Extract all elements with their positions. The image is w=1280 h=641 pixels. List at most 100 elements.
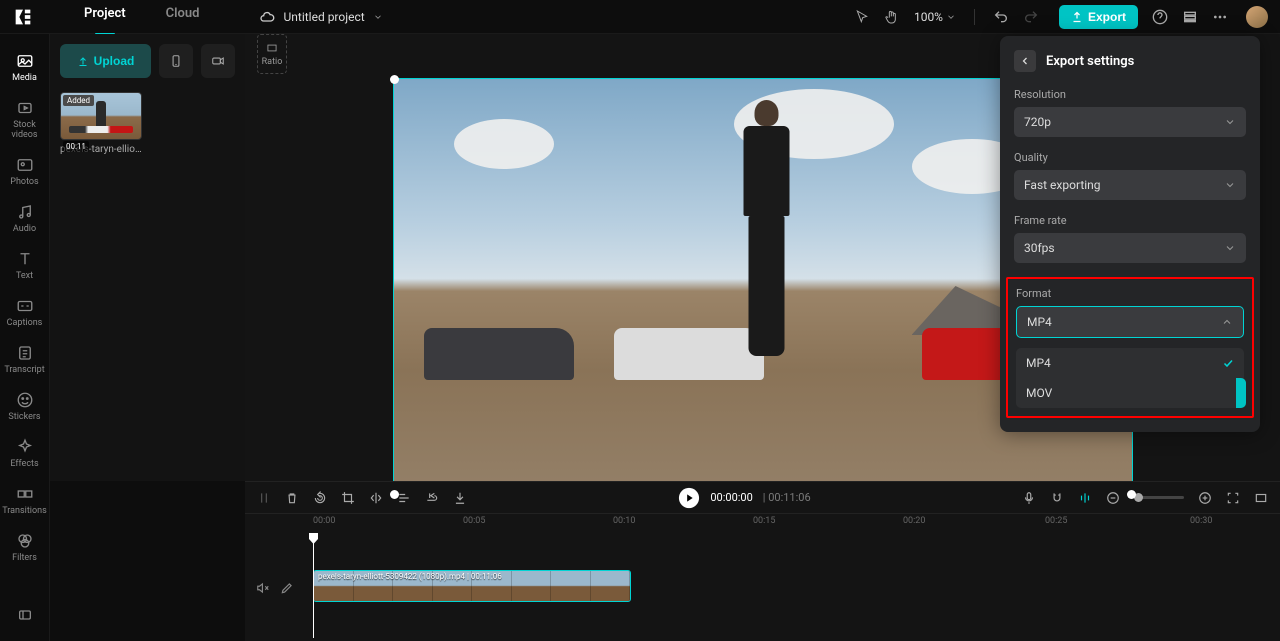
resize-handle[interactable] [390,75,399,84]
check-icon [1222,357,1234,369]
delete-icon[interactable] [285,491,299,505]
media-icon [16,52,34,70]
text-icon [16,250,34,268]
media-thumbnail[interactable]: Added 00:11 pexels-taryn-elliott... [60,92,142,155]
sidebar-item-transcript[interactable]: Transcript [0,338,50,381]
project-title[interactable]: Untitled project [259,9,382,25]
chevron-down-icon [1224,116,1236,128]
speed-icon[interactable] [397,491,411,505]
hand-icon[interactable] [884,9,900,25]
thumbnail-badge: Added [63,95,94,106]
zoom-slider[interactable] [1134,496,1184,499]
queue-icon[interactable] [1182,9,1198,25]
play-icon[interactable] [678,487,700,509]
thumbnail-duration: 00:11 [63,141,89,152]
sidebar-item-text[interactable]: Text [0,244,50,287]
resize-handle[interactable] [1127,490,1136,499]
sidebar-item-effects[interactable]: Effects [0,432,50,475]
cloud-icon [259,9,275,25]
ratio-icon [265,41,279,55]
undo-icon[interactable] [993,9,1009,25]
magnet-icon[interactable] [1050,491,1064,505]
sidebar-item-stock[interactable]: Stock videos [0,93,50,146]
fit-icon[interactable] [1226,491,1240,505]
crop-icon[interactable] [341,491,355,505]
chevron-up-icon [1221,316,1233,328]
sidebar-item-audio[interactable]: Audio [0,197,50,240]
ratio-button[interactable]: Ratio [257,34,287,74]
sidebar-item-captions[interactable]: Captions [0,291,50,334]
app-logo-icon [12,6,34,28]
tab-cloud[interactable]: Cloud [166,6,200,27]
chevron-down-icon [1224,179,1236,191]
edit-icon[interactable] [280,581,294,595]
split-icon[interactable] [257,491,271,505]
download-icon[interactable] [453,491,467,505]
sidebar-item-stickers[interactable]: Stickers [0,385,50,428]
redo-icon[interactable] [1023,9,1039,25]
zoom-in-icon[interactable] [1198,491,1212,505]
mute-icon[interactable] [256,581,270,595]
playhead[interactable] [313,538,314,638]
export-button[interactable]: Export [1059,5,1138,29]
mic-icon[interactable] [1022,491,1036,505]
format-option-mov[interactable]: MOV [1016,378,1244,408]
zoom-level[interactable]: 100% [914,10,956,24]
fullscreen-icon[interactable] [1254,491,1268,505]
sidebar-item-photos[interactable]: Photos [0,150,50,193]
snap-icon[interactable] [1078,491,1092,505]
avatar[interactable] [1246,6,1268,28]
back-button[interactable] [1014,50,1036,72]
device-phone-button[interactable] [159,44,193,78]
filters-icon [16,532,34,550]
camera-icon [211,54,225,68]
sidebar-item-filters[interactable]: Filters [0,526,50,569]
zoom-out-icon[interactable] [1106,491,1120,505]
photos-icon [16,156,34,174]
chevron-left-icon [1019,55,1031,67]
framerate-label: Frame rate [1014,214,1246,227]
reverse-icon[interactable] [425,491,439,505]
upload-icon [77,55,89,67]
resize-handle[interactable] [390,490,399,499]
chevron-down-icon [946,12,956,22]
export-icon [1071,11,1083,23]
timeline-clip[interactable]: pexels-taryn-elliott-5309422 (1080p).mp4… [313,570,631,602]
collapse-icon[interactable] [17,607,33,623]
format-label: Format [1016,287,1244,300]
transitions-icon [16,485,34,503]
chevron-down-icon [373,12,383,22]
quality-label: Quality [1014,151,1246,164]
phone-icon [169,54,183,68]
help-icon[interactable] [1152,9,1168,25]
panel-title: Export settings [1046,54,1134,69]
format-option-mp4[interactable]: MP4 [1016,348,1244,378]
cursor-icon[interactable] [854,9,870,25]
transcript-icon [16,344,34,362]
effects-icon [16,438,34,456]
format-dropdown: MP4 MOV [1016,348,1244,408]
chevron-down-icon [1224,242,1236,254]
captions-icon [16,297,34,315]
sidebar-item-media[interactable]: Media [0,46,50,89]
device-camera-button[interactable] [201,44,235,78]
stickers-icon [16,391,34,409]
stock-icon [16,99,34,117]
sidebar-item-transitions[interactable]: Transitions [0,479,50,522]
upload-button[interactable]: Upload [60,44,151,78]
quality-select[interactable]: Fast exporting [1014,170,1246,200]
mirror-icon[interactable] [369,491,383,505]
more-icon[interactable] [1212,9,1228,25]
tab-project[interactable]: Project [84,6,126,27]
timeline-current: 00:00:00 [710,491,752,504]
export-settings-panel: Export settings Resolution 720p Quality … [1000,36,1260,432]
audio-icon [16,203,34,221]
timeline-ruler[interactable]: 00:00 00:05 00:10 00:15 00:20 00:25 00:3… [245,514,1280,538]
resolution-select[interactable]: 720p [1014,107,1246,137]
timeline-total: | 00:11:06 [763,491,811,504]
resolution-label: Resolution [1014,88,1246,101]
rotate-left-icon[interactable] [313,491,327,505]
apply-button-edge[interactable] [1236,378,1246,408]
framerate-select[interactable]: 30fps [1014,233,1246,263]
format-select[interactable]: MP4 [1016,306,1244,338]
